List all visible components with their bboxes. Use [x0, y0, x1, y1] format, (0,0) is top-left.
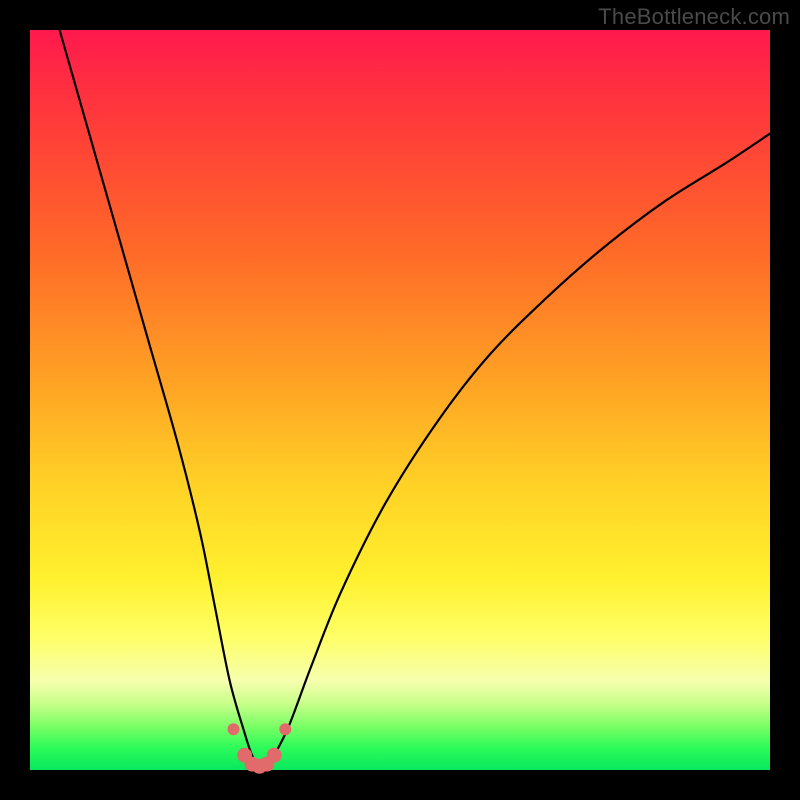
- watermark-text: TheBottleneck.com: [598, 4, 790, 30]
- curve-svg: [30, 30, 770, 770]
- plot-area: [30, 30, 770, 770]
- min-marker: [279, 723, 291, 735]
- bottleneck-curve: [60, 30, 770, 768]
- chart-frame: TheBottleneck.com: [0, 0, 800, 800]
- min-marker: [228, 723, 240, 735]
- min-region-markers: [228, 723, 292, 774]
- min-marker: [267, 748, 282, 763]
